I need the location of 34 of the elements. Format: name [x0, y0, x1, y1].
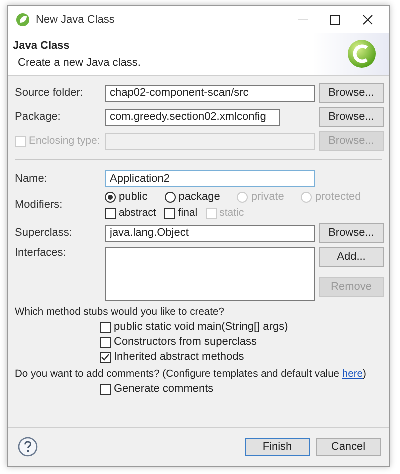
radio-label: private [251, 191, 284, 203]
checkbox-label: abstract [119, 207, 156, 219]
add-button[interactable]: Add... [319, 247, 384, 267]
window-title: New Java Class [36, 14, 116, 26]
field-label: Superclass: [15, 227, 74, 239]
checkbox-label: Inherited abstract methods [114, 351, 244, 363]
section-title: Java Class [13, 40, 71, 52]
browse-button[interactable]: Browse... [319, 107, 384, 127]
browse-button[interactable]: Browse... [319, 223, 384, 243]
radio-label: package [178, 191, 220, 203]
radio-label: protected [315, 191, 362, 203]
question-text: Which method stubs would you like to create? [15, 307, 224, 318]
checkbox-label: public static void main(String[] args) [114, 321, 288, 333]
finish-button[interactable]: Finish [245, 438, 310, 456]
checkbox-label: static [220, 207, 244, 219]
here-link[interactable]: here [342, 369, 364, 380]
field-label: Enclosing type: [29, 135, 100, 147]
text-field[interactable]: chap02-component-scan/src [105, 84, 315, 102]
checkbox-label: final [178, 207, 198, 219]
browse-button[interactable]: Browse... [319, 83, 384, 103]
cancel-button[interactable]: Cancel [316, 438, 381, 456]
field-label: Package: [15, 111, 62, 123]
checkbox-label: Generate comments [114, 383, 214, 395]
field-label: Modifiers: [15, 199, 64, 211]
text-field[interactable]: com.greedy.section02.xmlconfig [105, 108, 280, 126]
radio-label: public [119, 191, 148, 203]
description-text: Create a new Java class. [17, 56, 142, 68]
text-field[interactable]: Application2 [105, 170, 315, 187]
checkbox-label: Constructors from superclass [114, 336, 258, 348]
field-label: Source folder: [15, 87, 84, 99]
field-label: Interfaces: [15, 247, 68, 259]
text-field[interactable]: java.lang.Object [105, 224, 315, 242]
field-label: Name: [15, 172, 48, 184]
question-text: Do you want to add comments? (Configure templates and default value here) [15, 369, 366, 380]
